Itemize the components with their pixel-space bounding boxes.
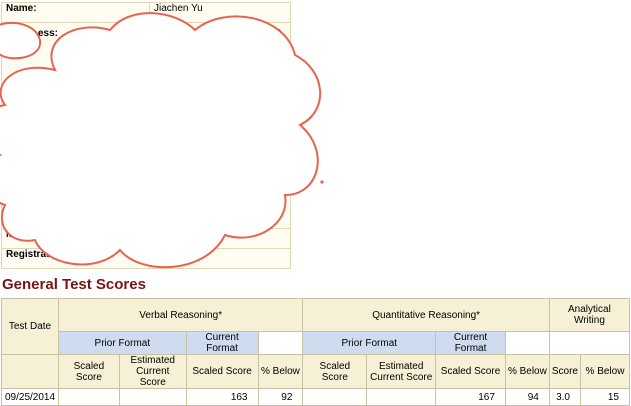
writing-score-label: Score	[548, 354, 581, 389]
name-row: Name: Jiachen Yu	[1, 2, 291, 23]
intended-row: Inte	[1, 167, 291, 229]
col-verbal: Verbal Reasoning*	[57, 298, 304, 332]
verbal-current-scaled-label: Scaled Score	[185, 354, 259, 389]
address-value: CH OAD NO.20 M 1401 00083	[149, 22, 291, 94]
registration-label: Registration N	[1, 248, 150, 269]
writing-pct-label: % Below	[579, 354, 631, 389]
verbal-estimated-label: Estimated Current Score	[118, 354, 187, 389]
scores-table: Test Date Verbal Reasoning* Quantitative…	[1, 298, 631, 406]
blank-row	[1, 130, 291, 168]
applicant-info-table: Name: Jiachen Yu ess: CH OAD NO.20 M 140…	[1, 2, 291, 269]
quant-current-scaled-label: Scaled Score	[435, 354, 506, 389]
quant-scaled-label: Scaled Score	[302, 354, 368, 389]
col-quant: Quantitative Reasoning*	[302, 298, 550, 332]
name-label: Name:	[1, 2, 150, 23]
quant-prior-format: Prior Format	[302, 331, 437, 355]
most-recent-row: Most R	[1, 228, 291, 249]
section-title: General Test Scores	[2, 276, 146, 293]
quant-current-format: Current Format	[435, 331, 506, 355]
most-recent-label: Most R	[1, 228, 150, 249]
cloud-dot	[320, 180, 324, 184]
quant-pct-label: % Below	[504, 354, 550, 389]
verbal-scaled-label: Scaled Score	[57, 354, 120, 389]
verbal-current-format: Current Format	[185, 331, 259, 355]
registration-row: Registration N	[1, 248, 291, 269]
verbal-pct-label: % Below	[257, 354, 304, 389]
name-value: Jiachen Yu	[149, 2, 291, 23]
col-test-date: Test Date	[1, 298, 59, 355]
col-writing: Analytical Writing	[548, 298, 631, 332]
blank-row	[1, 93, 291, 131]
quant-estimated-label: Estimated Current Score	[366, 354, 437, 389]
intended-label: Inte	[1, 167, 150, 229]
header-row: Test Date Verbal Reasoning* Quantitative…	[1, 298, 631, 355]
verbal-prior-format: Prior Format	[57, 331, 187, 355]
column-labels-row: Scaled Score Estimated Current Score Sca…	[1, 354, 631, 389]
address-label: ess:	[1, 22, 150, 94]
subheader-row: Prior Format Current Format Prior Format…	[2, 331, 631, 355]
address-row: ess: CH OAD NO.20 M 1401 00083	[1, 22, 291, 94]
